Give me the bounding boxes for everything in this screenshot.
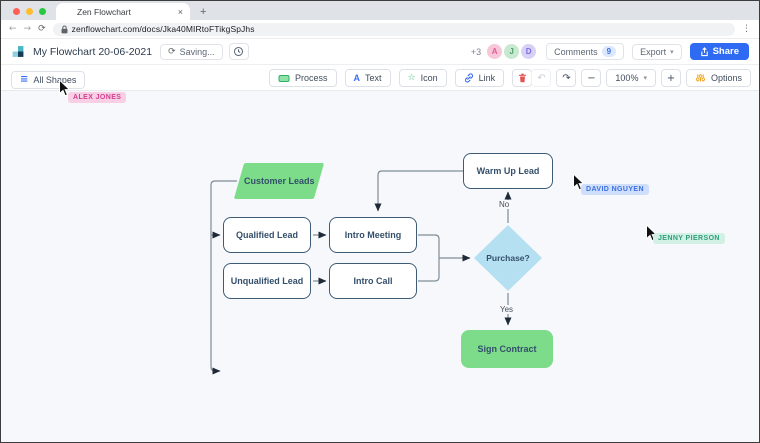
export-button[interactable]: Export ▾ xyxy=(632,43,682,60)
trash-icon xyxy=(518,73,526,83)
edge-label-yes: Yes xyxy=(498,305,516,314)
app-header: My Flowchart 20-06-2021 ⟳ Saving... +3 A… xyxy=(1,39,759,65)
maximize-window-button[interactable] xyxy=(39,8,46,15)
export-label: Export xyxy=(640,46,667,57)
collaborator-overflow-count[interactable]: +3 xyxy=(471,47,481,57)
reload-icon[interactable]: ⟳ xyxy=(38,24,46,34)
options-button[interactable]: Options xyxy=(685,69,751,87)
document-title[interactable]: My Flowchart 20-06-2021 xyxy=(33,46,152,58)
lock-icon xyxy=(61,25,68,33)
node-label: Purchase? xyxy=(486,253,530,263)
chevron-down-icon: ▾ xyxy=(670,47,674,56)
delete-button[interactable] xyxy=(512,69,533,87)
minus-icon: − xyxy=(587,72,596,84)
process-label: Process xyxy=(295,73,328,83)
browser-menu-icon[interactable]: ⋮ xyxy=(742,24,751,34)
redo-button[interactable]: ↷ xyxy=(556,69,577,87)
node-customer-leads[interactable]: Customer Leads xyxy=(233,163,325,199)
browser-tab[interactable]: Zen Flowchart × xyxy=(56,3,190,20)
node-label: Qualified Lead xyxy=(235,230,298,240)
collaborator-label-david: DAVID NGUYEN xyxy=(581,184,649,195)
icon-tool-button[interactable]: ☆ Icon xyxy=(398,69,447,87)
version-history-button[interactable] xyxy=(228,43,249,60)
comments-count-badge: 9 xyxy=(601,46,617,57)
process-shape-button[interactable]: Process xyxy=(269,69,337,87)
history-clock-icon xyxy=(234,46,244,57)
zoom-level-dropdown[interactable]: 100% ▾ xyxy=(606,69,656,87)
redo-icon: ↷ xyxy=(562,72,571,84)
text-tool-button[interactable]: A Text xyxy=(344,69,391,87)
menu-icon: ≡ xyxy=(20,74,29,85)
tab-title: Zen Flowchart xyxy=(77,6,131,17)
sync-icon: ⟳ xyxy=(168,46,176,57)
node-unqualified-lead[interactable]: Unqualified Lead xyxy=(223,263,311,299)
link-tool-button[interactable]: Link xyxy=(454,69,505,87)
text-tool-icon: A xyxy=(353,73,361,83)
new-tab-button[interactable]: + xyxy=(190,6,216,20)
edge-label-no: No xyxy=(497,200,512,209)
sliders-icon xyxy=(695,74,705,82)
process-shape-icon xyxy=(278,74,290,82)
node-warm-up-lead[interactable]: Warm Up Lead xyxy=(463,153,553,189)
node-label: Intro Meeting xyxy=(344,230,402,240)
app-window: Zen Flowchart × + ← → ⟳ zenflowchart.com… xyxy=(0,0,760,443)
browser-urlbar-row: ← → ⟳ zenflowchart.com/docs/Jka40MIRtoFT… xyxy=(1,20,759,39)
chevron-down-icon: ▾ xyxy=(643,74,647,82)
text-label: Text xyxy=(365,73,382,83)
saving-label: Saving... xyxy=(179,46,215,57)
node-sign-contract[interactable]: Sign Contract xyxy=(461,330,553,368)
back-icon[interactable]: ← xyxy=(9,24,17,34)
plus-icon: + xyxy=(666,72,676,84)
share-icon xyxy=(700,46,708,56)
undo-button[interactable]: ↶ xyxy=(531,69,552,87)
link-icon xyxy=(464,73,473,83)
url-input[interactable]: zenflowchart.com/docs/Jka40MIRtoFTikgSpJ… xyxy=(52,22,735,36)
all-shapes-button[interactable]: ≡ All Shapes xyxy=(11,70,86,89)
node-label: Unqualified Lead xyxy=(230,276,304,286)
star-icon: ☆ xyxy=(407,73,416,83)
options-label: Options xyxy=(710,73,742,83)
avatar[interactable]: J xyxy=(504,44,520,59)
zoom-level-value: 100% xyxy=(615,73,639,83)
shape-toolbar: ≡ All Shapes Process A Text ☆ Icon Link … xyxy=(1,65,759,91)
share-button[interactable]: Share xyxy=(689,43,749,60)
zoom-in-button[interactable]: + xyxy=(660,69,681,87)
node-purchase-decision[interactable]: Purchase? xyxy=(474,225,542,291)
close-tab-icon[interactable]: × xyxy=(178,7,183,17)
flowchart-canvas[interactable]: Customer Leads Qualified Lead Unqualifie… xyxy=(1,91,759,442)
avatar[interactable]: D xyxy=(521,44,537,59)
node-label: Customer Leads xyxy=(243,176,315,186)
node-intro-meeting[interactable]: Intro Meeting xyxy=(329,217,417,253)
node-label: Intro Call xyxy=(353,276,393,286)
node-label: Warm Up Lead xyxy=(476,166,540,176)
window-controls xyxy=(1,8,56,20)
saving-status: ⟳ Saving... xyxy=(160,43,223,60)
zoom-out-button[interactable]: − xyxy=(581,69,602,87)
undo-icon: ↶ xyxy=(537,72,546,84)
avatar[interactable]: A xyxy=(487,44,503,59)
share-label: Share xyxy=(712,46,739,57)
node-qualified-lead[interactable]: Qualified Lead xyxy=(223,217,311,253)
node-label: Sign Contract xyxy=(477,344,537,354)
collaborator-label-jenny: JENNY PIERSON xyxy=(653,233,725,244)
comments-button[interactable]: Comments 9 xyxy=(546,43,625,60)
zenflowchart-logo xyxy=(12,46,24,57)
minimize-window-button[interactable] xyxy=(26,8,33,15)
node-intro-call[interactable]: Intro Call xyxy=(329,263,417,299)
collaborator-label-alex: ALEX JONES xyxy=(68,92,127,103)
forward-icon[interactable]: → xyxy=(24,24,32,34)
link-label: Link xyxy=(478,73,496,83)
browser-tabstrip: Zen Flowchart × + xyxy=(1,1,759,20)
url-text: zenflowchart.com/docs/Jka40MIRtoFTikgSpJ… xyxy=(71,24,255,34)
icon-label: Icon xyxy=(420,73,438,83)
comments-label: Comments xyxy=(554,46,598,57)
close-window-button[interactable] xyxy=(13,8,20,15)
